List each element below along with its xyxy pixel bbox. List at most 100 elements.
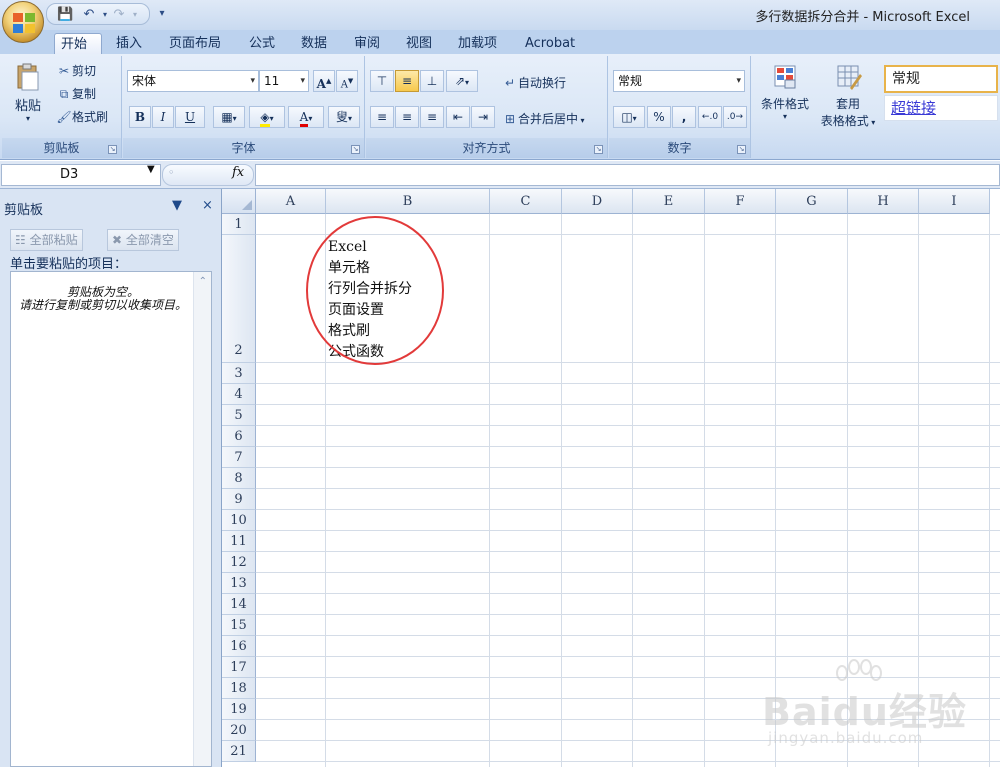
- row-header-19[interactable]: 19: [222, 699, 256, 720]
- clear-all-button[interactable]: ✖ 全部清空: [107, 229, 179, 251]
- formula-input[interactable]: [255, 164, 1000, 186]
- decrease-indent-button[interactable]: ⇤: [446, 106, 470, 128]
- currency-button[interactable]: ◫▾: [613, 106, 645, 128]
- tab-add-ins[interactable]: 加载项: [452, 33, 503, 54]
- tab-data[interactable]: 数据: [295, 33, 333, 54]
- column-header-b[interactable]: B: [326, 189, 490, 214]
- row-header-18[interactable]: 18: [222, 678, 256, 699]
- column-header-a[interactable]: A: [256, 189, 326, 214]
- wrap-text-button[interactable]: ↵ 自动换行: [502, 74, 566, 91]
- align-center-button[interactable]: ≡: [395, 106, 419, 128]
- align-right-button[interactable]: ≡: [420, 106, 444, 128]
- column-header-h[interactable]: H: [848, 189, 919, 214]
- tab-acrobat[interactable]: Acrobat: [519, 33, 581, 54]
- save-icon[interactable]: 💾: [57, 7, 73, 23]
- decrease-decimal-button[interactable]: .0→: [723, 106, 747, 128]
- increase-decimal-button[interactable]: ←.0: [698, 106, 722, 128]
- tab-home[interactable]: 开始: [54, 33, 102, 54]
- underline-button[interactable]: U: [175, 106, 205, 128]
- italic-button[interactable]: I: [152, 106, 174, 128]
- align-bottom-button[interactable]: ⊥: [420, 70, 444, 92]
- row-header-9[interactable]: 9: [222, 489, 256, 510]
- number-format-combo[interactable]: 常规 ▾: [613, 70, 745, 92]
- close-icon[interactable]: ×: [202, 198, 213, 213]
- column-header-c[interactable]: C: [490, 189, 562, 214]
- row-header-2[interactable]: 2: [222, 235, 256, 363]
- gridline: [256, 635, 1000, 636]
- pane-menu-icon[interactable]: ▼: [172, 198, 182, 213]
- cell-style-hyperlink[interactable]: 超链接: [884, 95, 998, 121]
- align-top-button[interactable]: ⊤: [370, 70, 394, 92]
- shrink-font-button[interactable]: A▼: [336, 70, 358, 92]
- column-header-d[interactable]: D: [562, 189, 633, 214]
- font-color-button[interactable]: A▾: [288, 106, 324, 128]
- row-header-7[interactable]: 7: [222, 447, 256, 468]
- column-header-g[interactable]: G: [776, 189, 848, 214]
- tab-insert[interactable]: 插入: [110, 33, 148, 54]
- format-as-table-button[interactable]: 套用 表格格式 ▾: [816, 62, 880, 129]
- row-header-13[interactable]: 13: [222, 573, 256, 594]
- percent-button[interactable]: %: [647, 106, 671, 128]
- fill-color-button[interactable]: ◈▾: [249, 106, 285, 128]
- scroll-up-icon[interactable]: ⌃: [199, 276, 207, 287]
- increase-indent-button[interactable]: ⇥: [471, 106, 495, 128]
- office-button[interactable]: [2, 1, 44, 43]
- font-size-combo[interactable]: 11 ▾: [259, 70, 309, 92]
- font-name-combo[interactable]: 宋体 ▾: [127, 70, 259, 92]
- row-header-4[interactable]: 4: [222, 384, 256, 405]
- clipboard-items-list[interactable]: ⌃ 剪贴板为空。 请进行复制或剪切以收集项目。: [10, 271, 212, 767]
- select-all-corner[interactable]: [222, 189, 256, 214]
- redo-icon[interactable]: ↷: [111, 7, 127, 23]
- conditional-formatting-button[interactable]: 条件格式 ▾: [756, 62, 814, 121]
- phonetic-button[interactable]: 叟▾: [328, 106, 360, 128]
- redo-dropdown-icon[interactable]: ▾: [127, 7, 143, 23]
- format-painter-button[interactable]: 🖌格式刷: [56, 108, 108, 125]
- grow-font-button[interactable]: A▲: [313, 70, 335, 92]
- orientation-button[interactable]: ⇗▾: [446, 70, 478, 92]
- alignment-launcher-icon[interactable]: ↘: [594, 145, 603, 154]
- merge-center-button[interactable]: ⊞ 合并后居中 ▾: [502, 110, 585, 127]
- row-header-5[interactable]: 5: [222, 405, 256, 426]
- tab-formulas[interactable]: 公式: [243, 33, 281, 54]
- clipboard-launcher-icon[interactable]: ↘: [108, 145, 117, 154]
- row-header-10[interactable]: 10: [222, 510, 256, 531]
- tab-review[interactable]: 审阅: [348, 33, 386, 54]
- row-header-15[interactable]: 15: [222, 615, 256, 636]
- name-box-dropdown-icon[interactable]: ▼: [147, 164, 155, 175]
- row-header-21[interactable]: 21: [222, 741, 256, 762]
- row-header-17[interactable]: 17: [222, 657, 256, 678]
- copy-button[interactable]: ⧉ 复制: [56, 85, 96, 102]
- align-middle-button[interactable]: ≡: [395, 70, 419, 92]
- customize-qat-icon[interactable]: ▾: [154, 6, 170, 22]
- column-header-f[interactable]: F: [705, 189, 776, 214]
- column-header-e[interactable]: E: [633, 189, 705, 214]
- comma-button[interactable]: ,: [672, 106, 696, 128]
- row-header-12[interactable]: 12: [222, 552, 256, 573]
- font-launcher-icon[interactable]: ↘: [351, 145, 360, 154]
- insert-function-button[interactable]: fx: [232, 165, 244, 180]
- cut-button[interactable]: ✂ 剪切: [56, 62, 96, 79]
- align-left-button[interactable]: ≡: [370, 106, 394, 128]
- worksheet-grid[interactable]: ABCDEFGHI 1 2 3 4 5 6 7 8 9 10 11 12 13 14 15 16 17 18 19 2…: [222, 189, 1000, 767]
- row-header-1[interactable]: 1: [222, 214, 256, 235]
- row-header-11[interactable]: 11: [222, 531, 256, 552]
- row-header-3[interactable]: 3: [222, 363, 256, 384]
- row-header-8[interactable]: 8: [222, 468, 256, 489]
- paste-all-button[interactable]: ☷ 全部粘贴: [10, 229, 83, 251]
- tab-page-layout[interactable]: 页面布局: [163, 33, 227, 54]
- bold-button[interactable]: B: [129, 106, 151, 128]
- cell-style-normal[interactable]: 常规: [884, 65, 998, 93]
- undo-icon[interactable]: ↶: [81, 7, 97, 23]
- row-header-6[interactable]: 6: [222, 426, 256, 447]
- name-box[interactable]: D3: [1, 164, 161, 186]
- pane-scrollbar[interactable]: [193, 272, 211, 766]
- border-button[interactable]: ▦▾: [213, 106, 245, 128]
- number-launcher-icon[interactable]: ↘: [737, 145, 746, 154]
- row-header-14[interactable]: 14: [222, 594, 256, 615]
- row-header-20[interactable]: 20: [222, 720, 256, 741]
- column-header-i[interactable]: I: [919, 189, 990, 214]
- paste-button[interactable]: 粘贴 ▾: [10, 62, 46, 132]
- formula-expand-icon[interactable]: ◦: [168, 166, 175, 179]
- tab-view[interactable]: 视图: [400, 33, 438, 54]
- row-header-16[interactable]: 16: [222, 636, 256, 657]
